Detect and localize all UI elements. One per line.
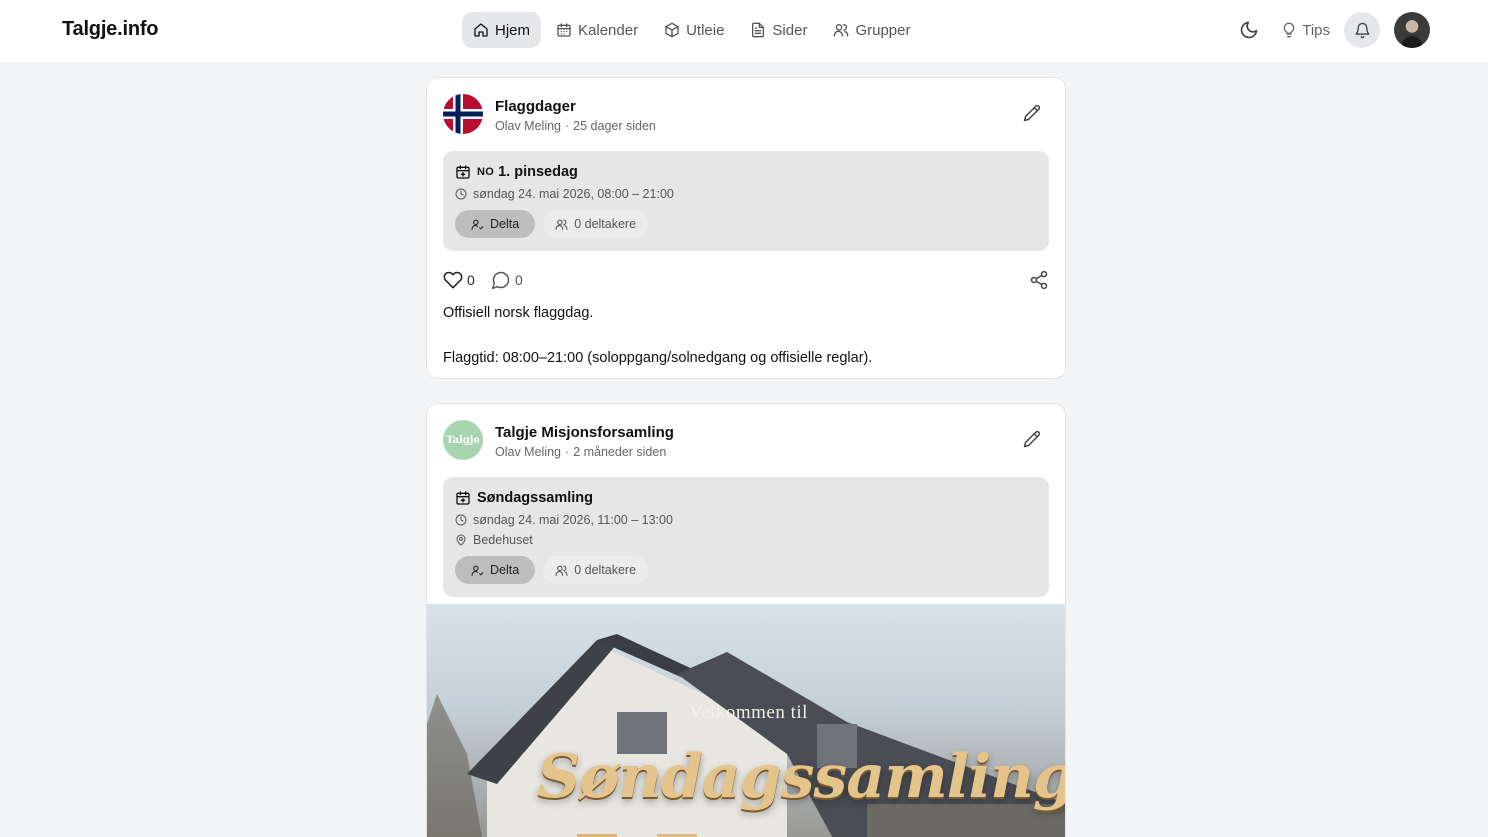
- event-title-row: NO 1. pinsedag: [455, 164, 578, 180]
- post-title[interactable]: Flaggdager: [495, 98, 576, 115]
- group-avatar[interactable]: Talgje: [443, 420, 483, 460]
- event-card[interactable]: NO 1. pinsedag søndag 24. mai 2026, 08:0…: [443, 151, 1049, 251]
- users-icon: [555, 565, 568, 576]
- pencil-icon: [1023, 430, 1041, 448]
- post-meta: Olav Meling · 25 dager siden: [495, 119, 656, 133]
- event-actions: Delta 0 deltakere: [455, 556, 649, 584]
- event-time: søndag 24. mai 2026, 11:00 – 13:00: [455, 513, 673, 527]
- calendar-icon: [557, 23, 571, 37]
- tips-button[interactable]: Tips: [1281, 22, 1330, 39]
- post-card: Flaggdager Olav Meling · 25 dager siden NO…: [426, 77, 1066, 379]
- participants-count: 0 deltakere: [574, 563, 637, 577]
- comment-icon: [491, 271, 510, 290]
- flag-code: NO: [477, 166, 495, 178]
- event-title-row: Søndagssamling: [455, 490, 593, 506]
- tips-label: Tips: [1302, 21, 1330, 39]
- post-author[interactable]: Olav Meling: [495, 445, 561, 459]
- event-datetime: søndag 24. mai 2026, 11:00 – 13:00: [473, 513, 673, 527]
- share-icon: [1030, 270, 1048, 290]
- clock-icon: [455, 188, 467, 200]
- nav-item-sider[interactable]: Sider: [739, 12, 818, 48]
- nav-label: Kalender: [578, 21, 639, 39]
- header-actions: Tips: [1231, 12, 1430, 48]
- post-time: 25 dager siden: [573, 119, 656, 133]
- join-button[interactable]: Delta: [455, 210, 536, 238]
- user-avatar[interactable]: [1394, 12, 1430, 48]
- post-header: Talgje Talgje Misjonsforsamling Olav Mel…: [443, 420, 1049, 460]
- nav-label: Utleie: [686, 21, 725, 39]
- comment-button[interactable]: 0: [491, 270, 523, 290]
- home-icon: [474, 23, 488, 37]
- participants-button[interactable]: 0 deltakere: [543, 556, 649, 584]
- user-check-icon: [471, 219, 484, 230]
- like-button[interactable]: 0: [443, 270, 475, 290]
- users-icon: [555, 219, 568, 230]
- image-title: Søndagssamling: [537, 742, 1066, 812]
- join-button[interactable]: Delta: [455, 556, 536, 584]
- like-count: 0: [467, 272, 475, 288]
- event-title: Søndagssamling: [477, 490, 594, 506]
- post-reactions: 0 0: [443, 270, 1049, 292]
- event-location: Bedehuset: [455, 533, 533, 547]
- comment-count: 0: [515, 272, 523, 288]
- calendar-plus-icon: [456, 165, 470, 179]
- group-avatar-text: Talgje: [446, 434, 480, 446]
- post-meta: Olav Meling · 2 måneder siden: [495, 445, 667, 459]
- post-image[interactable]: Velkommen til Søndagssamling: [427, 604, 1066, 837]
- users-icon: [834, 24, 849, 37]
- nav-item-hjem[interactable]: Hjem: [462, 12, 542, 48]
- post-author[interactable]: Olav Meling: [495, 119, 561, 133]
- nav-label: Sider: [772, 21, 808, 39]
- bell-icon: [1354, 22, 1370, 38]
- heart-icon: [443, 271, 463, 289]
- post-text: Flaggtid: 08:00–21:00 (soloppgang/solned…: [443, 349, 873, 366]
- participants-count: 0 deltakere: [574, 217, 637, 231]
- moon-icon: [1240, 21, 1258, 39]
- nav-label: Grupper: [855, 21, 911, 39]
- pencil-icon: [1023, 104, 1041, 122]
- theme-toggle-button[interactable]: [1231, 12, 1267, 48]
- user-check-icon: [471, 565, 484, 576]
- nav-item-utleie[interactable]: Utleie: [653, 12, 735, 48]
- join-label: Delta: [490, 217, 520, 231]
- event-location-text: Bedehuset: [473, 533, 533, 547]
- post-card: Talgje Talgje Misjonsforsamling Olav Mel…: [426, 403, 1066, 837]
- norway-flag-avatar[interactable]: [443, 94, 483, 134]
- event-datetime: søndag 24. mai 2026, 08:00 – 21:00: [473, 187, 674, 201]
- image-subtitle: Velkommen til: [689, 702, 808, 723]
- edit-button[interactable]: [1023, 104, 1043, 124]
- post-header: Flaggdager Olav Meling · 25 dager siden: [443, 94, 1049, 134]
- box-icon: [665, 22, 679, 38]
- participants-button[interactable]: 0 deltakere: [543, 210, 649, 238]
- top-navbar: Talgje.info Hjem Kalender Utleie Sider G…: [0, 0, 1488, 62]
- event-title: 1. pinsedag: [498, 164, 578, 180]
- nav-item-grupper[interactable]: Grupper: [822, 12, 921, 48]
- file-icon: [752, 22, 765, 38]
- post-body: Offisiell norsk flaggdag. Flaggtid: 08:0…: [443, 302, 1049, 369]
- map-pin-icon: [456, 534, 466, 546]
- main-nav: Hjem Kalender Utleie Sider Grupper: [462, 12, 921, 48]
- post-time: 2 måneder siden: [573, 445, 667, 459]
- post-title[interactable]: Talgje Misjonsforsamling: [495, 424, 674, 441]
- site-logo[interactable]: Talgje.info: [62, 18, 159, 41]
- post-text: Offisiell norsk flaggdag.: [443, 305, 594, 321]
- nav-item-kalender[interactable]: Kalender: [545, 12, 649, 48]
- event-time: søndag 24. mai 2026, 08:00 – 21:00: [455, 187, 674, 201]
- nav-label: Hjem: [495, 21, 531, 39]
- event-card[interactable]: Søndagssamling søndag 24. mai 2026, 11:0…: [443, 477, 1049, 597]
- event-actions: Delta 0 deltakere: [455, 210, 649, 238]
- lightbulb-icon: [1283, 22, 1295, 38]
- notifications-button[interactable]: [1344, 12, 1380, 48]
- clock-icon: [455, 514, 467, 526]
- calendar-plus-icon: [456, 491, 470, 505]
- share-button[interactable]: [1029, 270, 1049, 290]
- join-label: Delta: [490, 563, 520, 577]
- edit-button[interactable]: [1023, 430, 1043, 450]
